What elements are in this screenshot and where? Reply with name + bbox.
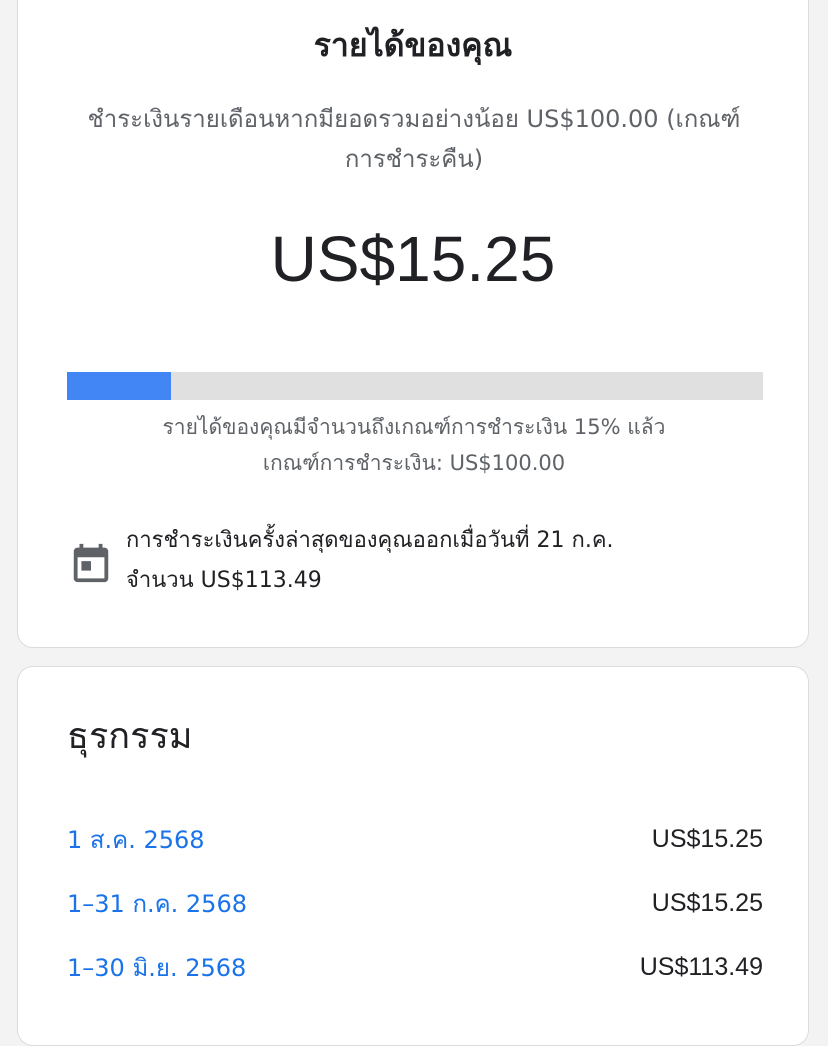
transaction-date-link[interactable]: 1–30 มิ.ย. 2568 — [67, 948, 246, 987]
last-payment-date: การชำระเงินครั้งล่าสุดของคุณออกเมื่อวันท… — [126, 528, 614, 553]
payment-threshold-description: ชำระเงินรายเดือนหากมียอดรวมอย่างน้อย US$… — [87, 105, 741, 173]
transactions-card: ธุรกรรม 1 ส.ค. 2568 US$15.25 1–31 ก.ค. 2… — [17, 666, 809, 1046]
earnings-title: รายได้ของคุณ — [313, 26, 513, 64]
progress-percent-text: รายได้ของคุณมีจำนวนถึงเกณฑ์การชำระเงิน 1… — [162, 415, 666, 439]
progress-description: รายได้ของคุณมีจำนวนถึงเกณฑ์การชำระเงิน 1… — [48, 409, 780, 481]
transaction-date-link[interactable]: 1–31 ก.ค. 2568 — [67, 884, 247, 923]
last-payment-text: การชำระเงินครั้งล่าสุดของคุณออกเมื่อวันท… — [126, 521, 766, 601]
transactions-title: ธุรกรรม — [67, 716, 193, 757]
transaction-row: 1 ส.ค. 2568 US$15.25 — [67, 807, 763, 871]
transaction-amount: US$15.25 — [651, 888, 763, 917]
earnings-card: รายได้ของคุณ ชำระเงินรายเดือนหากมียอดรวม… — [17, 0, 809, 648]
transaction-row: 1–31 ก.ค. 2568 US$15.25 — [67, 871, 763, 935]
earnings-amount: US$15.25 — [270, 223, 556, 295]
calendar-icon — [73, 543, 109, 583]
last-payment-info: การชำระเงินครั้งล่าสุดของคุณออกเมื่อวันท… — [68, 521, 768, 611]
threshold-progress-bar — [67, 372, 763, 400]
transactions-list: 1 ส.ค. 2568 US$15.25 1–31 ก.ค. 2568 US$1… — [67, 807, 763, 999]
threshold-progress-fill — [67, 372, 172, 400]
threshold-text: เกณฑ์การชำระเงิน: US$100.00 — [262, 451, 566, 475]
last-payment-amount: จำนวน US$113.49 — [126, 568, 322, 593]
transaction-amount: US$113.49 — [639, 952, 763, 981]
transaction-date-link[interactable]: 1 ส.ค. 2568 — [67, 820, 205, 859]
transaction-amount: US$15.25 — [651, 824, 763, 853]
transaction-row: 1–30 มิ.ย. 2568 US$113.49 — [67, 935, 763, 999]
